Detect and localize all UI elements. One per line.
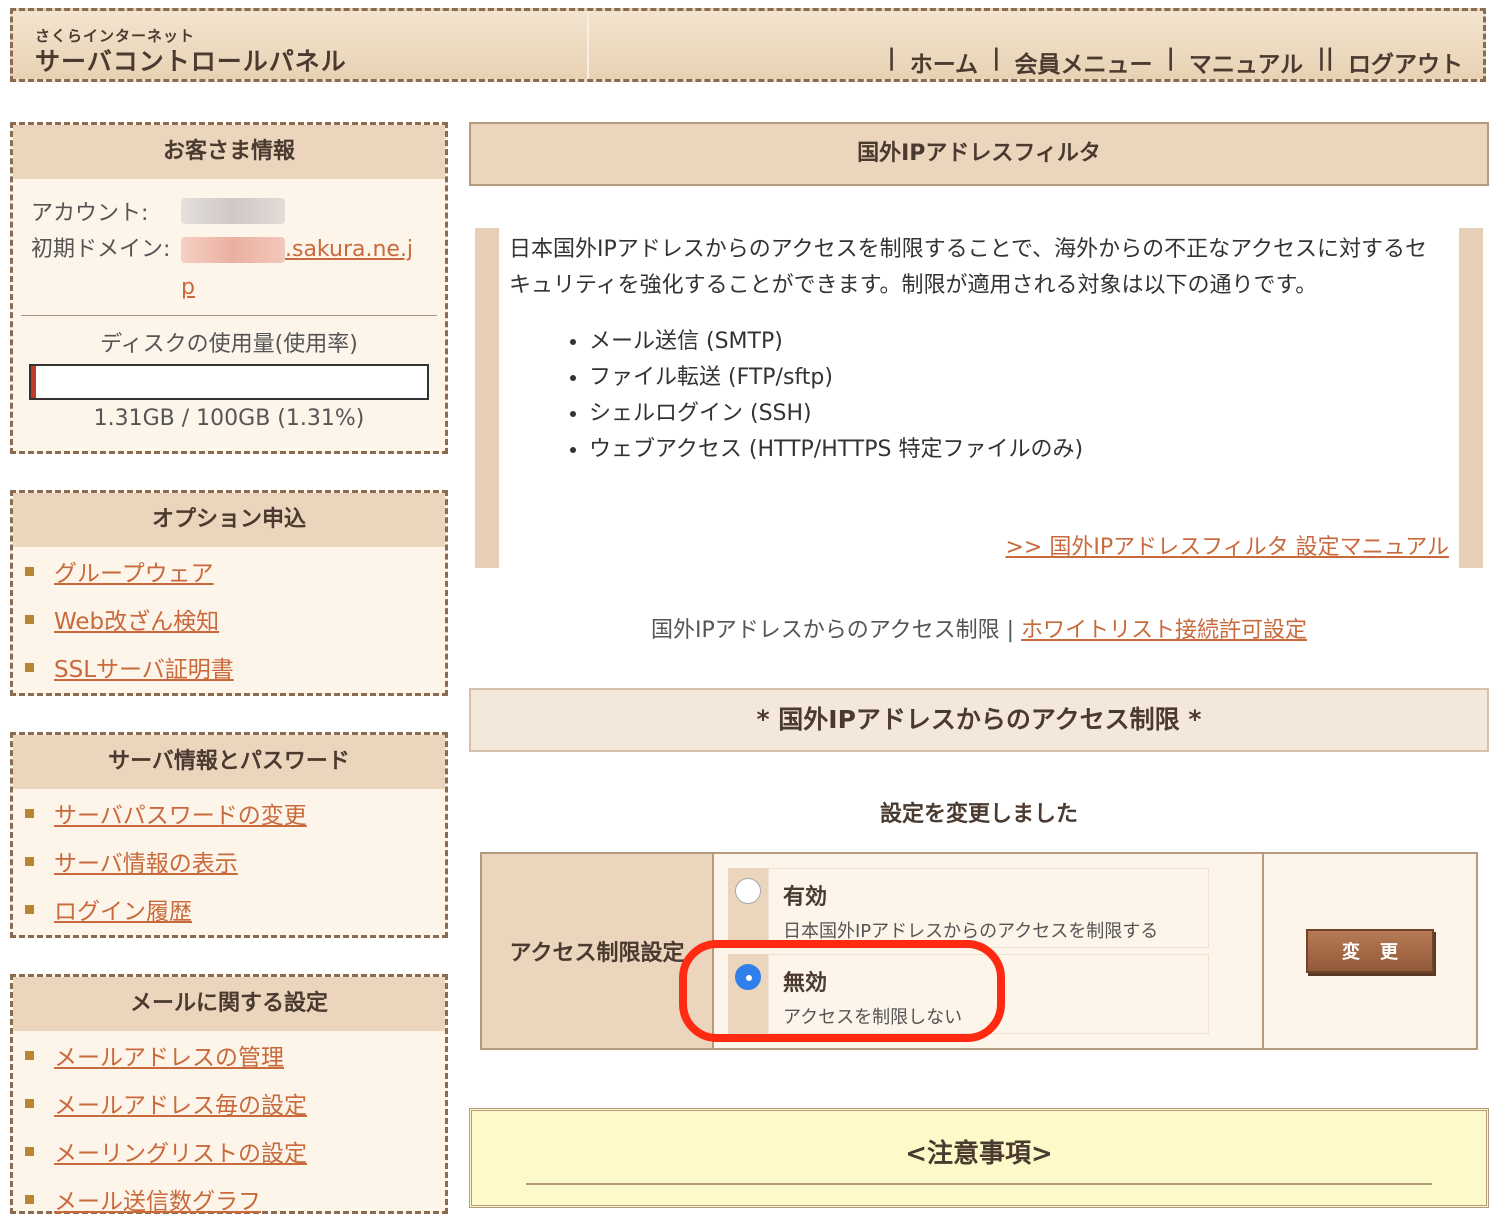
- section-title: * 国外IPアドレスからのアクセス制限 *: [469, 688, 1489, 752]
- option-disable[interactable]: 無効 アクセスを制限しない: [728, 954, 1209, 1034]
- option-enable-title: 有効: [783, 885, 828, 910]
- logo-product: サーバコントロールパネル: [35, 47, 347, 76]
- menu-item-server-info[interactable]: サーバ情報の表示: [13, 837, 445, 885]
- target-list: メール送信 (SMTP) ファイル転送 (FTP/sftp) シェルログイン (…: [509, 324, 1449, 468]
- target-item: シェルログイン (SSH): [589, 396, 1449, 432]
- bullet-icon: [25, 614, 34, 624]
- radio-cell: [728, 954, 768, 1034]
- setting-label: アクセス制限設定: [482, 854, 714, 1048]
- menu-link[interactable]: ログイン履歴: [54, 892, 192, 926]
- menu-link[interactable]: サーバパスワードの変更: [54, 796, 307, 830]
- menu-item-login-history[interactable]: ログイン履歴: [13, 885, 445, 933]
- server-info-title: サーバ情報とパスワード: [13, 735, 445, 789]
- domain-redacted: [181, 237, 285, 263]
- bullet-icon: [25, 566, 34, 576]
- nav-home-link[interactable]: ホーム: [910, 45, 978, 79]
- domain-value[interactable]: .sakura.ne.jp: [181, 231, 421, 311]
- account-row: アカウント:: [13, 191, 445, 231]
- notice-title: <注意事項>: [905, 1139, 1053, 1169]
- header-divider: [587, 11, 589, 79]
- disk-usage-title: ディスクの使用量(使用率): [100, 332, 358, 357]
- domain-label: 初期ドメイン:: [31, 237, 171, 262]
- bullet-icon: [25, 808, 34, 818]
- access-setting-table: アクセス制限設定 有効 日本国外IPアドレスからのアクセスを制限する 無効 アク…: [480, 852, 1478, 1050]
- setting-action-cell: 変更: [1264, 854, 1476, 1048]
- disk-usage-text: 1.31GB / 100GB (1.31%): [93, 406, 365, 431]
- subnav-current: 国外IPアドレスからのアクセス制限: [650, 618, 1000, 643]
- menu-item-web-tamper-detection[interactable]: Web改ざん検知: [13, 595, 445, 643]
- customer-divider: [21, 315, 437, 316]
- bullet-icon: [25, 662, 34, 672]
- radio-disable[interactable]: [735, 964, 761, 990]
- customer-info-box: お客さま情報 アカウント: 初期ドメイン: .sakura.ne.jp ディスク…: [10, 122, 448, 454]
- menu-item-mail-send-graph[interactable]: メール送信数グラフ: [13, 1175, 445, 1223]
- menu-link[interactable]: メール送信数グラフ: [54, 1182, 261, 1216]
- menu-item-mail-address-settings[interactable]: メールアドレス毎の設定: [13, 1079, 445, 1127]
- menu-link[interactable]: SSLサーバ証明書: [54, 650, 234, 684]
- target-item: メール送信 (SMTP): [589, 324, 1449, 360]
- domain-row: 初期ドメイン: .sakura.ne.jp: [13, 231, 445, 311]
- options-title: オプション申込: [13, 493, 445, 547]
- options-box: オプション申込 グループウェア Web改ざん検知 SSLサーバ証明書: [10, 490, 448, 696]
- whitelist-settings-link[interactable]: ホワイトリスト接続許可設定: [1021, 618, 1307, 643]
- mail-settings-title: メールに関する設定: [13, 977, 445, 1031]
- nav-logout-link[interactable]: ログアウト: [1348, 45, 1463, 79]
- menu-item-mail-address-manage[interactable]: メールアドレスの管理: [13, 1031, 445, 1079]
- nav-separator: ||: [1317, 45, 1334, 71]
- notice-box: <注意事項>: [469, 1108, 1489, 1208]
- menu-link[interactable]: メールアドレスの管理: [54, 1038, 284, 1072]
- nav-manual-link[interactable]: マニュアル: [1189, 45, 1303, 79]
- server-info-box: サーバ情報とパスワード サーバパスワードの変更 サーバ情報の表示 ログイン履歴: [10, 732, 448, 938]
- change-button[interactable]: 変更: [1306, 929, 1434, 973]
- target-item: ファイル転送 (FTP/sftp): [589, 360, 1449, 396]
- disk-usage-bar: [29, 364, 429, 400]
- option-text: 有効 日本国外IPアドレスからのアクセスを制限する: [768, 868, 1209, 948]
- menu-link[interactable]: メーリングリストの設定: [54, 1134, 307, 1168]
- bullet-icon: [25, 1098, 34, 1108]
- menu-item-mailing-list[interactable]: メーリングリストの設定: [13, 1127, 445, 1175]
- radio-enable[interactable]: [735, 878, 761, 904]
- page-title: 国外IPアドレスフィルタ: [469, 122, 1489, 186]
- subnav-separator: |: [1006, 618, 1015, 643]
- setting-options: 有効 日本国外IPアドレスからのアクセスを制限する 無効 アクセスを制限しない: [714, 854, 1264, 1048]
- option-enable[interactable]: 有効 日本国外IPアドレスからのアクセスを制限する: [728, 868, 1209, 948]
- description-text: 日本国外IPアドレスからのアクセスを制限することで、海外からの不正なアクセスに対…: [509, 237, 1428, 298]
- menu-link[interactable]: メールアドレス毎の設定: [54, 1086, 307, 1120]
- bullet-icon: [25, 1146, 34, 1156]
- description-panel: 日本国外IPアドレスからのアクセスを制限することで、海外からの不正なアクセスに対…: [475, 228, 1483, 568]
- bullet-icon: [25, 1194, 34, 1204]
- target-item: ウェブアクセス (HTTP/HTTPS 特定ファイルのみ): [589, 432, 1449, 468]
- option-enable-desc: 日本国外IPアドレスからのアクセスを制限する: [783, 921, 1159, 942]
- customer-info-title: お客さま情報: [13, 125, 445, 179]
- option-disable-title: 無効: [783, 971, 828, 996]
- menu-item-groupware[interactable]: グループウェア: [13, 547, 445, 595]
- option-text: 無効 アクセスを制限しない: [768, 954, 1209, 1034]
- bullet-icon: [25, 1050, 34, 1060]
- logo[interactable]: さくらインターネット サーバコントロールパネル: [35, 25, 347, 78]
- top-nav: | ホーム | 会員メニュー | マニュアル || ログアウト: [873, 45, 1463, 79]
- nav-separator: |: [1166, 45, 1175, 71]
- header-bar: さくらインターネット サーバコントロールパネル | ホーム | 会員メニュー |…: [10, 8, 1486, 82]
- nav-member-menu-link[interactable]: 会員メニュー: [1014, 45, 1152, 79]
- bullet-icon: [25, 856, 34, 866]
- status-message: 設定を変更しました: [879, 802, 1078, 827]
- account-value-redacted: [181, 198, 285, 224]
- notice-divider: [526, 1183, 1432, 1185]
- mail-settings-box: メールに関する設定 メールアドレスの管理 メールアドレス毎の設定 メーリングリス…: [10, 974, 448, 1215]
- sub-nav: 国外IPアドレスからのアクセス制限 | ホワイトリスト接続許可設定: [469, 612, 1489, 644]
- option-disable-desc: アクセスを制限しない: [783, 1007, 963, 1028]
- nav-separator: |: [887, 45, 896, 71]
- menu-item-ssl-certificate[interactable]: SSLサーバ証明書: [13, 643, 445, 691]
- account-label: アカウント:: [31, 201, 149, 226]
- disk-usage-fill: [31, 366, 37, 398]
- menu-item-change-password[interactable]: サーバパスワードの変更: [13, 789, 445, 837]
- radio-cell: [728, 868, 768, 948]
- menu-link[interactable]: Web改ざん検知: [54, 602, 219, 636]
- bullet-icon: [25, 904, 34, 914]
- nav-separator: |: [992, 45, 1001, 71]
- menu-link[interactable]: グループウェア: [54, 554, 214, 588]
- settings-manual-link[interactable]: >> 国外IPアドレスフィルタ 設定マニュアル: [1005, 530, 1449, 566]
- menu-link[interactable]: サーバ情報の表示: [54, 844, 238, 878]
